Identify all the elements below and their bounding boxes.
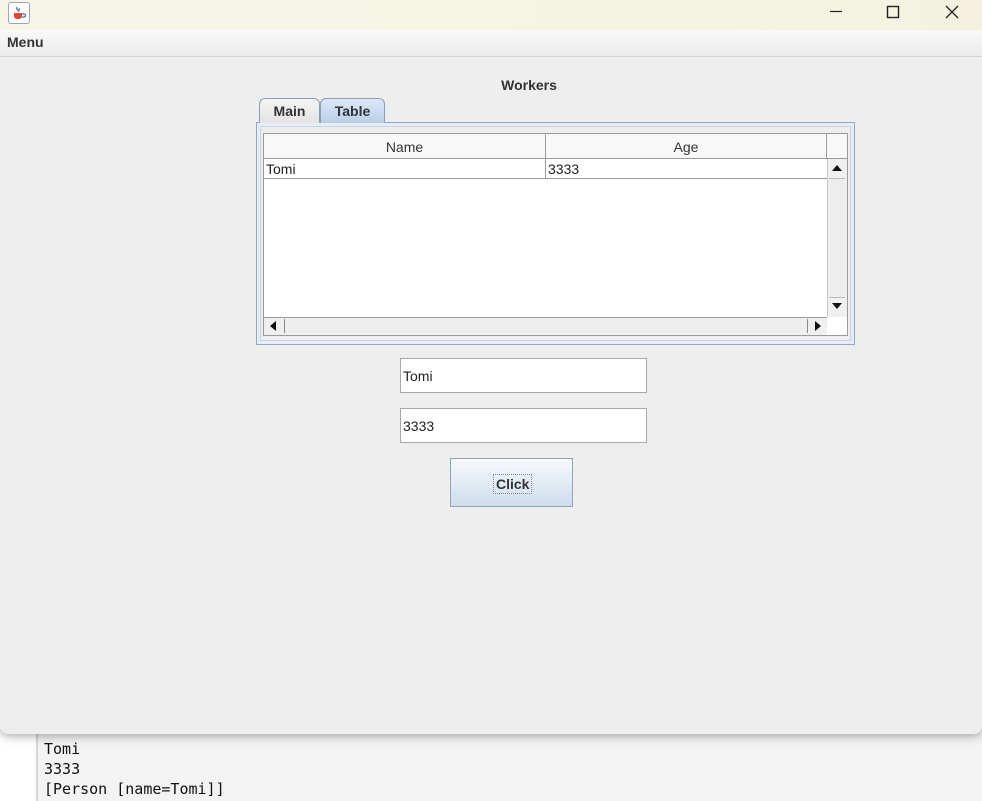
scroll-down-icon[interactable] <box>832 303 842 309</box>
tab-main[interactable]: Main <box>259 98 320 123</box>
java-cup-icon <box>8 2 30 24</box>
console-line: Tomi <box>44 740 81 758</box>
menu-item-menu[interactable]: Menu <box>7 34 44 50</box>
scroll-left-icon[interactable] <box>270 321 276 331</box>
table-corner <box>827 134 847 159</box>
console-line: 3333 <box>44 760 81 778</box>
vertical-scrollbar[interactable] <box>827 159 847 317</box>
horizontal-scroll-thumb[interactable] <box>284 319 808 333</box>
age-field[interactable] <box>400 408 647 443</box>
menu-bar: Menu <box>0 30 982 57</box>
workers-table: Name Age Tomi 3333 <box>263 133 848 336</box>
app-window: Menu Workers Main Table Name Age Tomi 33… <box>0 0 982 734</box>
title-bar[interactable] <box>0 0 982 30</box>
table-header: Name Age <box>264 134 827 159</box>
scroll-right-icon[interactable] <box>815 321 821 331</box>
console-line: [Person [name=Tomi]] <box>44 780 225 798</box>
tab-table[interactable]: Table <box>320 98 385 123</box>
panel-title: Workers <box>501 77 557 93</box>
table-row[interactable]: Tomi 3333 <box>264 159 827 179</box>
scroll-up-icon[interactable] <box>832 165 842 171</box>
horizontal-scrollbar[interactable] <box>264 317 827 335</box>
name-field[interactable] <box>400 358 647 393</box>
vertical-scroll-thumb[interactable] <box>829 178 845 298</box>
cell-age[interactable]: 3333 <box>546 159 827 178</box>
click-button-label: Click <box>493 474 533 494</box>
column-header-name[interactable]: Name <box>264 134 546 158</box>
minimize-button[interactable] <box>813 0 859 26</box>
column-header-age[interactable]: Age <box>546 134 827 158</box>
close-button[interactable] <box>929 0 975 26</box>
click-button[interactable]: Click <box>450 458 573 507</box>
close-icon <box>945 5 959 19</box>
minimize-icon <box>830 10 842 13</box>
cell-name[interactable]: Tomi <box>264 159 546 178</box>
maximize-icon <box>886 5 900 19</box>
maximize-button[interactable] <box>870 0 916 26</box>
